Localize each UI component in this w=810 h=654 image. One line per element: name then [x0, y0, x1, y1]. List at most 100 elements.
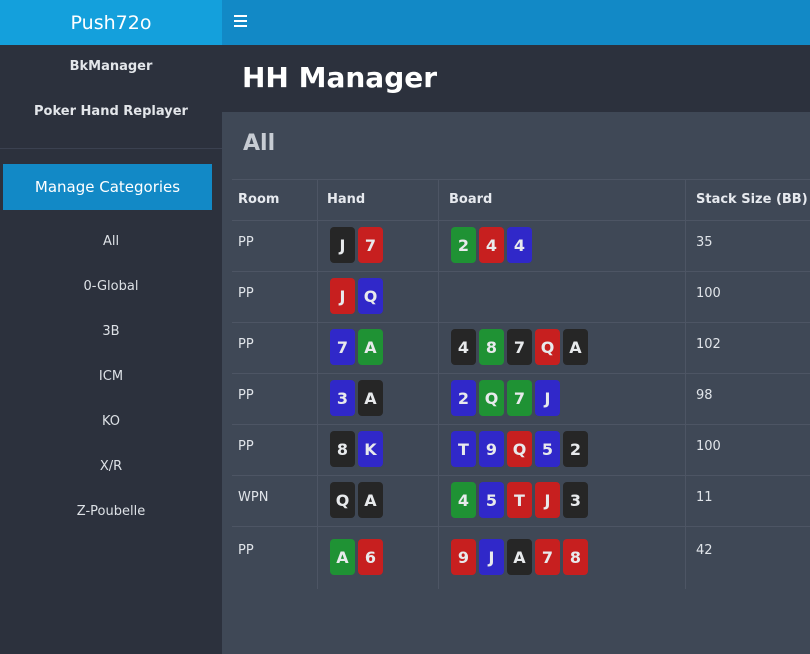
- room-cell: PP: [238, 543, 254, 558]
- category-0-global[interactable]: 0-Global: [0, 279, 222, 294]
- playing-card: 8: [330, 431, 355, 467]
- page-title: HH Manager: [242, 61, 438, 94]
- sidebar-link-bkmanager[interactable]: BkManager: [0, 59, 222, 74]
- playing-card: 2: [451, 380, 476, 416]
- column-divider: [685, 179, 686, 589]
- playing-card: 9: [479, 431, 504, 467]
- category-all[interactable]: All: [0, 234, 222, 249]
- playing-card: J: [535, 482, 560, 518]
- playing-card: A: [507, 539, 532, 575]
- playing-card: Q: [507, 431, 532, 467]
- stack-size-cell: 98: [696, 388, 713, 403]
- table-row[interactable]: PP 3 A 2 Q 7 J 98: [232, 374, 810, 425]
- room-cell: PP: [238, 235, 254, 250]
- board-cards: 244: [451, 227, 532, 263]
- playing-card: Q: [358, 278, 383, 314]
- playing-card: J: [330, 227, 355, 263]
- playing-card: A: [358, 482, 383, 518]
- hand-cards: 8K: [330, 431, 383, 467]
- category-ko[interactable]: KO: [0, 414, 222, 429]
- room-cell: PP: [238, 286, 254, 301]
- playing-card: J: [535, 380, 560, 416]
- table-body: PP J 7 2 4 4 35 PP J Q 100 PP 7 A 4 8 7 Q A 102 PP 3 A 2 Q 7 J 98 PP…: [232, 221, 810, 591]
- playing-card: 7: [507, 329, 532, 365]
- playing-card: 9: [451, 539, 476, 575]
- column-header-room[interactable]: Room: [238, 192, 279, 207]
- main-header: HH Manager: [222, 45, 810, 112]
- table-row[interactable]: PP A 6 9 J A 7 8 42: [232, 527, 810, 591]
- playing-card: 8: [479, 329, 504, 365]
- table-row[interactable]: PP J 7 2 4 4 35: [232, 221, 810, 272]
- playing-card: Q: [535, 329, 560, 365]
- section-title: All: [243, 131, 276, 156]
- hand-cards: A6: [330, 539, 383, 575]
- playing-card: 4: [451, 329, 476, 365]
- room-cell: WPN: [238, 490, 269, 505]
- stack-size-cell: 100: [696, 439, 721, 454]
- table-row[interactable]: PP 7 A 4 8 7 Q A 102: [232, 323, 810, 374]
- playing-card: 5: [479, 482, 504, 518]
- playing-card: 3: [563, 482, 588, 518]
- stack-size-cell: 100: [696, 286, 721, 301]
- stack-size-cell: 11: [696, 490, 713, 505]
- playing-card: T: [507, 482, 532, 518]
- hand-cards: QA: [330, 482, 383, 518]
- playing-card: 7: [330, 329, 355, 365]
- stack-size-cell: 42: [696, 543, 713, 558]
- playing-card: J: [330, 278, 355, 314]
- playing-card: A: [358, 329, 383, 365]
- sidebar-link-hand-replayer[interactable]: Poker Hand Replayer: [0, 104, 222, 119]
- table-row[interactable]: WPN Q A 4 5 T J 3 11: [232, 476, 810, 527]
- playing-card: K: [358, 431, 383, 467]
- category-icm[interactable]: ICM: [0, 369, 222, 384]
- table-row[interactable]: PP 8 K T 9 Q 5 2 100: [232, 425, 810, 476]
- playing-card: 5: [535, 431, 560, 467]
- playing-card: 4: [451, 482, 476, 518]
- top-bar: [222, 0, 810, 45]
- playing-card: Q: [330, 482, 355, 518]
- playing-card: 8: [563, 539, 588, 575]
- stack-size-cell: 102: [696, 337, 721, 352]
- column-header-stack-size[interactable]: Stack Size (BB): [696, 192, 808, 207]
- playing-card: A: [330, 539, 355, 575]
- board-cards: 487QA: [451, 329, 588, 365]
- table-row[interactable]: PP J Q 100: [232, 272, 810, 323]
- playing-card: 4: [507, 227, 532, 263]
- hand-cards: 3A: [330, 380, 383, 416]
- playing-card: J: [479, 539, 504, 575]
- hand-cards: JQ: [330, 278, 383, 314]
- playing-card: 2: [451, 227, 476, 263]
- playing-card: A: [563, 329, 588, 365]
- board-cards: T9Q52: [451, 431, 588, 467]
- playing-card: Q: [479, 380, 504, 416]
- brand-logo[interactable]: Push72o: [0, 0, 222, 45]
- table-header: Room Hand Board Stack Size (BB): [232, 179, 810, 221]
- column-divider: [317, 179, 318, 589]
- hand-cards: 7A: [330, 329, 383, 365]
- stack-size-cell: 35: [696, 235, 713, 250]
- category-xr[interactable]: X/R: [0, 459, 222, 474]
- hand-cards: J7: [330, 227, 383, 263]
- board-cards: 9JA78: [451, 539, 588, 575]
- column-header-hand[interactable]: Hand: [327, 192, 365, 207]
- hamburger-menu-icon[interactable]: [234, 12, 248, 32]
- manage-categories-button[interactable]: Manage Categories: [3, 164, 212, 210]
- playing-card: 3: [330, 380, 355, 416]
- playing-card: 7: [535, 539, 560, 575]
- column-header-board[interactable]: Board: [449, 192, 492, 207]
- room-cell: PP: [238, 388, 254, 403]
- room-cell: PP: [238, 439, 254, 454]
- board-cards: 2Q7J: [451, 380, 560, 416]
- category-3b[interactable]: 3B: [0, 324, 222, 339]
- playing-card: 6: [358, 539, 383, 575]
- playing-card: 4: [479, 227, 504, 263]
- sidebar-divider: [0, 148, 222, 149]
- playing-card: 7: [507, 380, 532, 416]
- sidebar: BkManager Poker Hand Replayer Manage Cat…: [0, 45, 222, 654]
- playing-card: A: [358, 380, 383, 416]
- category-z-poubelle[interactable]: Z-Poubelle: [0, 504, 222, 519]
- playing-card: 2: [563, 431, 588, 467]
- column-divider: [438, 179, 439, 589]
- hand-history-table: Room Hand Board Stack Size (BB) PP J 7 2 4 4 3…: [232, 179, 810, 591]
- room-cell: PP: [238, 337, 254, 352]
